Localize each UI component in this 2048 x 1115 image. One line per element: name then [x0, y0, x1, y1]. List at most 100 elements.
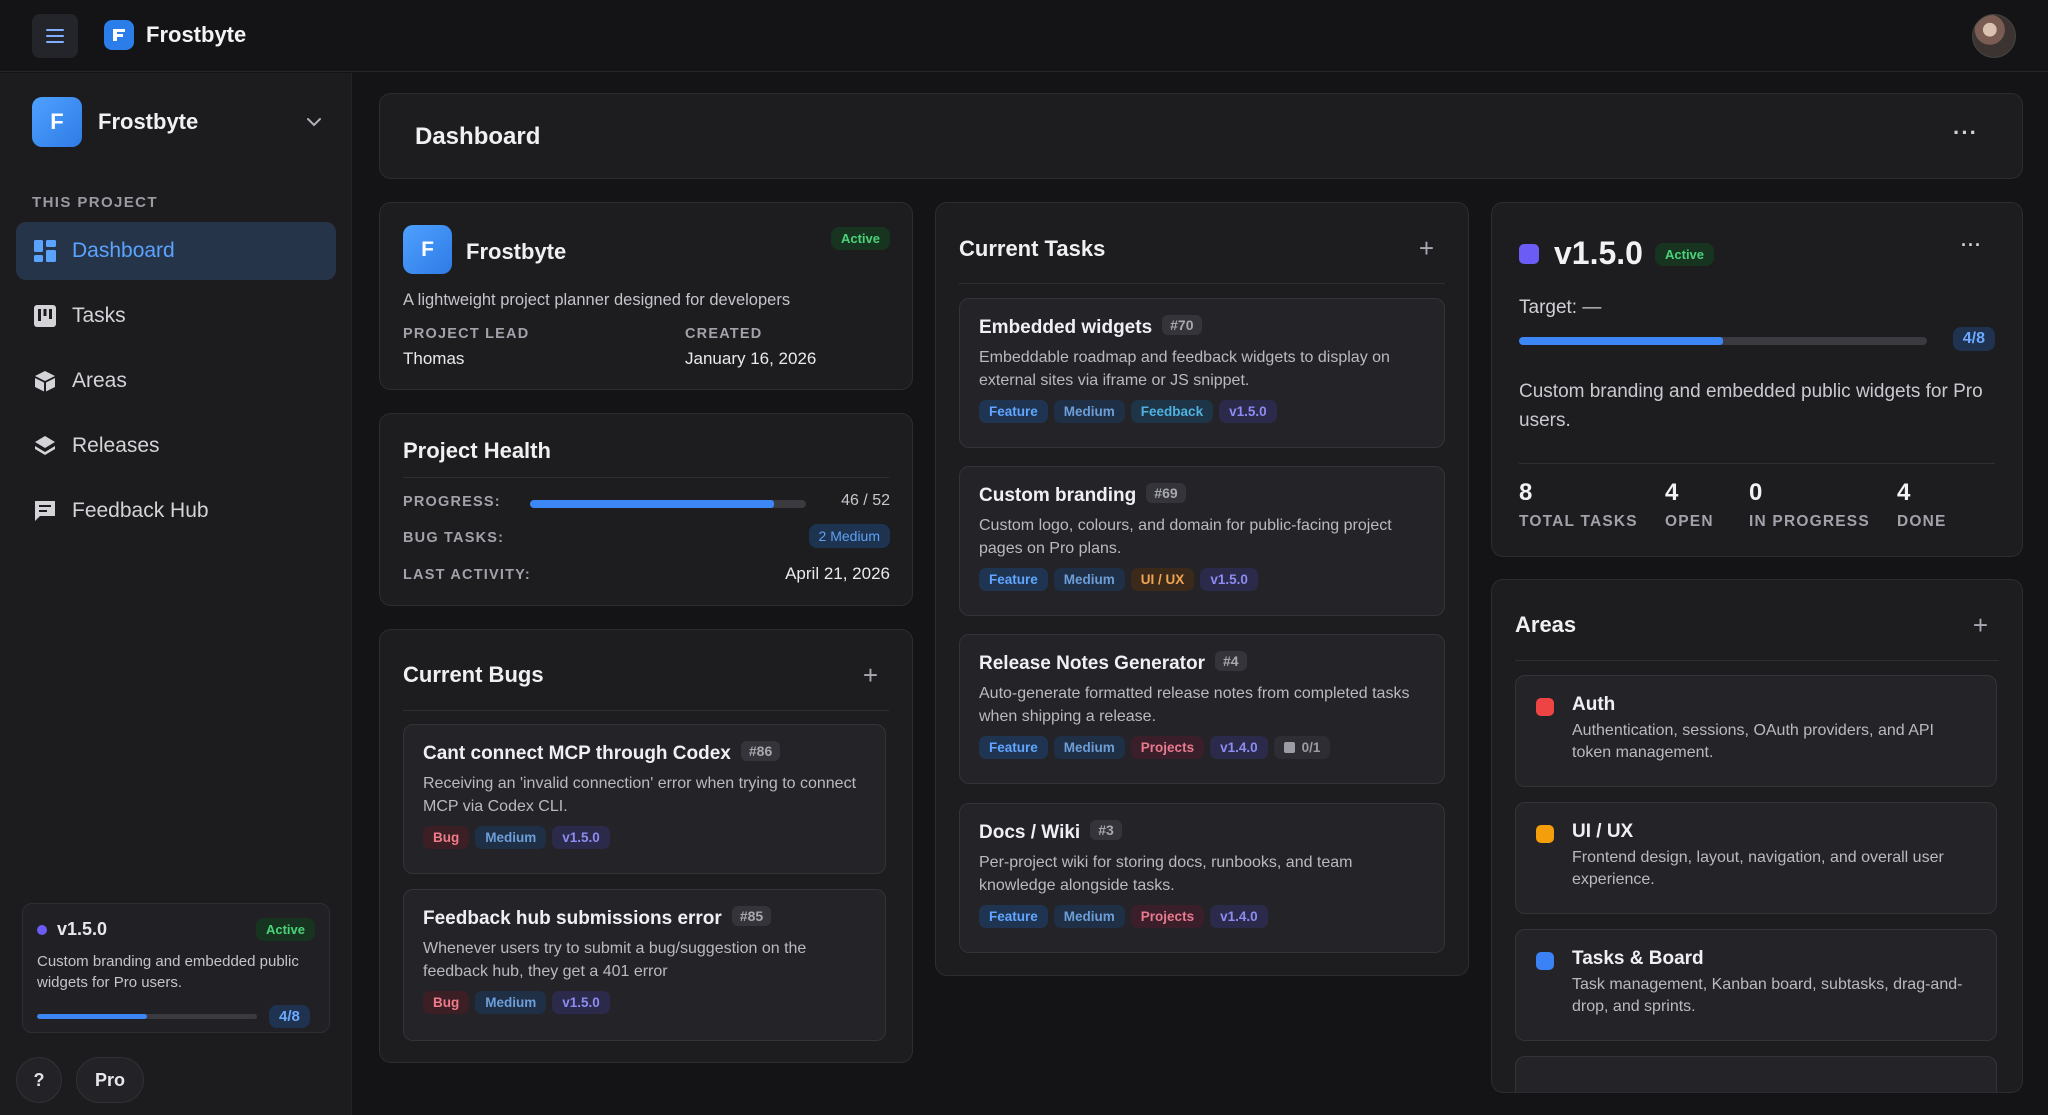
top-bar: Frostbyte	[0, 0, 2048, 72]
bug-title: Cant connect MCP through Codex	[423, 743, 731, 764]
brand[interactable]: Frostbyte	[104, 20, 246, 50]
tag-projects: Projects	[1130, 905, 1205, 928]
project-lead-value: Thomas	[403, 349, 465, 368]
task-description: Per-project wiki for storing docs, runbo…	[979, 854, 1353, 894]
area-item[interactable]: Auth Authentication, sessions, OAuth pro…	[1515, 675, 1997, 787]
task-number: #69	[1146, 483, 1186, 503]
sidebar-item-tasks[interactable]: Tasks	[16, 287, 336, 345]
sidebar-item-label: Tasks	[72, 304, 126, 327]
bug-tasks-label: BUG TASKS:	[403, 530, 505, 546]
task-title: Docs / Wiki	[979, 822, 1081, 843]
tag-medium: Medium	[1053, 568, 1125, 591]
sidebar-item-label: Areas	[72, 369, 127, 392]
cube-icon	[32, 368, 58, 394]
area-item[interactable]: Tasks & Board Task management, Kanban bo…	[1515, 929, 1997, 1041]
sidebar: F Frostbyte THIS PROJECT Dashboard Tasks…	[0, 73, 352, 1115]
last-activity-value: April 21, 2026	[785, 564, 890, 583]
menu-toggle-button[interactable]	[32, 14, 78, 58]
created-label: CREATED	[685, 326, 763, 342]
bug-number: #85	[731, 906, 772, 926]
project-avatar: F	[32, 97, 82, 147]
task-item[interactable]: Custom branding #69 Custom logo, colours,…	[959, 466, 1445, 616]
area-title: Auth	[1572, 694, 1616, 715]
bug-tasks-badge[interactable]: 2 Medium	[808, 524, 890, 548]
tag-medium: Medium	[475, 826, 547, 849]
bug-item[interactable]: Feedback hub submissions error #85 Whenev…	[403, 889, 886, 1041]
task-item[interactable]: Docs / Wiki #3 Per-project wiki for stori…	[959, 803, 1445, 953]
add-bug-button[interactable]: +	[863, 662, 878, 688]
tag-medium: Medium	[1053, 905, 1125, 928]
task-item[interactable]: Release Notes Generator #4 Auto-generate …	[959, 634, 1445, 784]
sidebar-item-areas[interactable]: Areas	[16, 352, 336, 410]
task-number: #70	[1162, 315, 1202, 335]
more-options-icon[interactable]: ···	[1953, 120, 1978, 146]
release-progress-bar	[1519, 337, 1927, 345]
help-button[interactable]: ?	[16, 1057, 62, 1103]
project-switcher[interactable]: F Frostbyte	[32, 97, 322, 147]
release-progress-bar	[37, 1014, 257, 1019]
tag-version: v1.4.0	[1210, 736, 1268, 759]
area-item-partial[interactable]	[1515, 1056, 1997, 1092]
area-item[interactable]: UI / UX Frontend design, layout, navigat…	[1515, 802, 1997, 914]
release-color-square	[1519, 244, 1539, 264]
tag-feature: Feature	[979, 400, 1048, 423]
sidebar-item-feedback-hub[interactable]: Feedback Hub	[16, 482, 336, 540]
areas-card: Areas + Auth Authentication, sessions, O…	[1491, 579, 2023, 1093]
tag-version: v1.4.0	[1210, 905, 1268, 928]
release-version: v1.5.0	[1554, 235, 1643, 271]
health-progress-bar	[530, 500, 806, 508]
project-lead-label: PROJECT LEAD	[403, 326, 530, 342]
area-color-dot	[1536, 825, 1554, 843]
tag-ui-ux: UI / UX	[1130, 568, 1195, 591]
created-value: January 16, 2026	[685, 349, 817, 368]
tag-bug: Bug	[423, 826, 470, 849]
pro-button[interactable]: Pro	[76, 1057, 144, 1103]
release-description: Custom branding and embedded public widg…	[37, 953, 299, 991]
add-task-button[interactable]: +	[1419, 235, 1434, 261]
task-number: #3	[1090, 820, 1122, 840]
task-description: Embeddable roadmap and feedback widgets …	[979, 349, 1390, 389]
tag-medium: Medium	[1053, 400, 1125, 423]
release-version: v1.5.0	[57, 919, 108, 939]
sidebar-item-label: Dashboard	[72, 239, 175, 262]
project-avatar: F	[403, 225, 452, 274]
task-item[interactable]: Embedded widgets #70 Embeddable roadmap a…	[959, 298, 1445, 448]
tag-version: v1.5.0	[1219, 400, 1277, 423]
tag-bug: Bug	[423, 991, 470, 1014]
project-description: A lightweight project planner designed f…	[403, 291, 791, 309]
release-panel: v1.5.0 Active ··· Target: — 4/8 Custom b…	[1491, 202, 2023, 557]
chevron-down-icon	[307, 118, 321, 127]
task-title: Release Notes Generator	[979, 653, 1205, 674]
section-title: Project Health	[403, 438, 551, 463]
sidebar-nav: Dashboard Tasks Areas Releases Feedback …	[16, 222, 336, 547]
tag-projects: Projects	[1130, 736, 1205, 759]
project-name: Frostbyte	[466, 239, 567, 264]
status-badge: Active	[255, 918, 315, 941]
sidebar-item-label: Feedback Hub	[72, 499, 209, 522]
subtask-count: 0/1	[1273, 736, 1331, 759]
area-description: Task management, Kanban board, subtasks,…	[1572, 976, 1963, 1015]
stat-open: 4 OPEN	[1665, 479, 1714, 530]
tag-version: v1.5.0	[552, 991, 610, 1014]
sidebar-item-dashboard[interactable]: Dashboard	[16, 222, 336, 280]
tag-feature: Feature	[979, 736, 1048, 759]
layers-icon	[32, 433, 58, 459]
current-tasks-card: Current Tasks + Embedded widgets #70 Embe…	[935, 202, 1469, 976]
bug-title: Feedback hub submissions error	[423, 908, 722, 929]
user-avatar[interactable]	[1972, 14, 2016, 58]
bug-item[interactable]: Cant connect MCP through Codex #86 Receiv…	[403, 724, 886, 874]
sidebar-item-releases[interactable]: Releases	[16, 417, 336, 475]
tag-feature: Feature	[979, 905, 1048, 928]
stat-done: 4 DONE	[1897, 479, 1947, 530]
more-options-icon[interactable]: ···	[1961, 235, 1982, 256]
task-description: Custom logo, colours, and domain for pub…	[979, 517, 1392, 557]
page-header: Dashboard ···	[379, 93, 2023, 179]
area-description: Frontend design, layout, navigation, and…	[1572, 849, 1944, 888]
sidebar-release-card[interactable]: v1.5.0 Active Custom branding and embedd…	[22, 903, 330, 1033]
brand-logo-icon	[104, 20, 134, 50]
area-color-dot	[1536, 952, 1554, 970]
sidebar-item-label: Releases	[72, 434, 160, 457]
brand-name: Frostbyte	[146, 22, 247, 47]
add-area-button[interactable]: +	[1973, 612, 1988, 638]
task-title: Custom branding	[979, 485, 1137, 506]
